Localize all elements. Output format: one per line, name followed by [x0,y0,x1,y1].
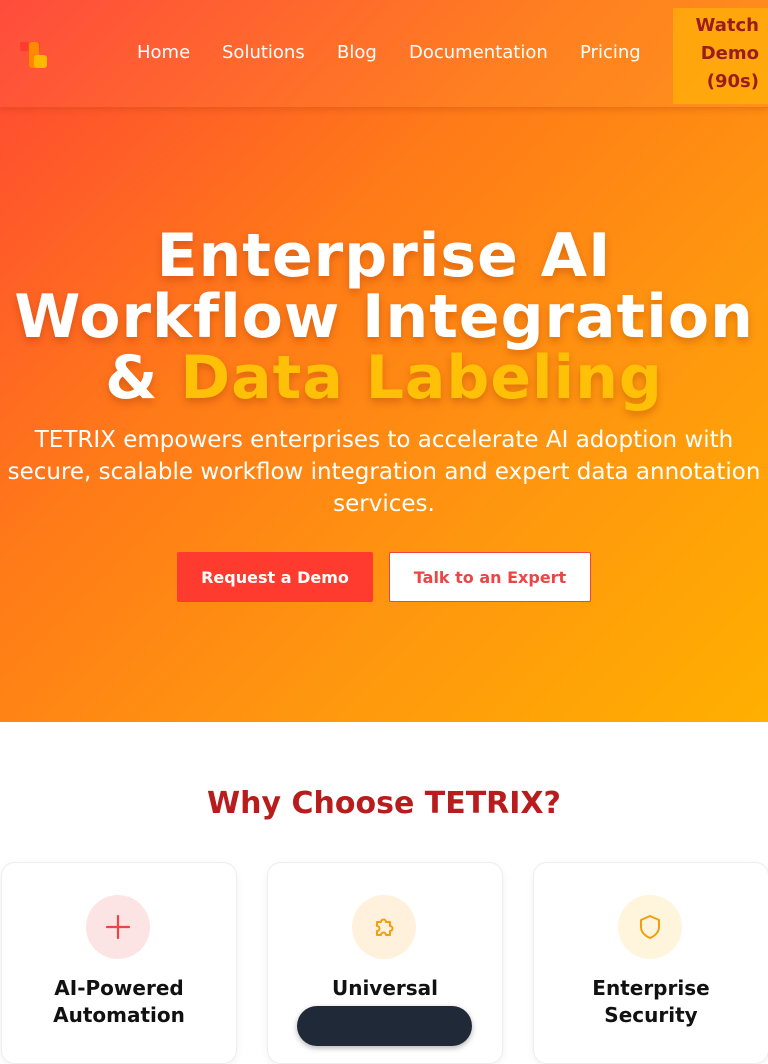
feature-card-ai-automation[interactable]: AI-Powered Automation [1,862,237,1064]
hero-subtitle: TETRIX empowers enterprises to accelerat… [7,427,761,517]
feature-card-title: AI-Powered Automation [53,976,185,1027]
floating-toolbar[interactable] [297,1006,472,1046]
nav-link-documentation[interactable]: Documentation [409,42,548,64]
features-title: Why Choose TETRIX? [207,786,561,821]
tetrix-logo-icon[interactable] [20,40,50,70]
hero-title: Enterprise AI Workflow Integration & Dat… [0,226,768,409]
plus-icon [86,895,150,959]
feature-card-title: Enterprise Security [592,976,710,1027]
feature-card-security[interactable]: Enterprise Security [533,862,768,1064]
nav-link-home[interactable]: Home [137,42,190,64]
hero-title-amp: & [105,343,181,413]
watch-demo-button[interactable]: Watch Demo (90s) [673,12,759,96]
puzzle-icon [352,895,416,959]
hero-title-highlight: Data Labeling [180,343,663,413]
talk-to-expert-button[interactable]: Talk to an Expert [389,552,591,602]
nav-link-solutions[interactable]: Solutions [222,42,305,64]
request-demo-button[interactable]: Request a Demo [177,552,373,602]
navbar: Home Solutions Blog Documentation Pricin… [0,0,768,108]
nav-link-pricing[interactable]: Pricing [580,42,641,64]
hero-title-line2: Workflow Integration [14,282,754,352]
nav-link-blog[interactable]: Blog [337,42,377,64]
shield-icon [618,895,682,959]
feature-card-title: Universal [331,976,439,1000]
hero-title-line1: Enterprise AI [156,221,612,291]
